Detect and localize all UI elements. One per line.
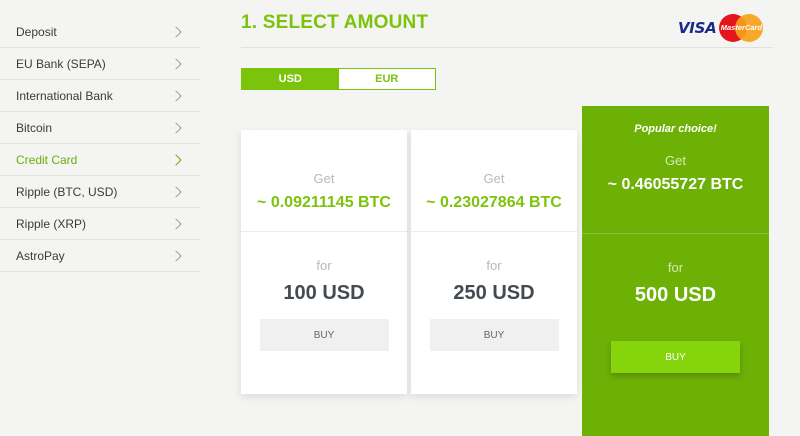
get-label: Get <box>313 171 335 186</box>
sidebar-item-label: Credit Card <box>16 152 78 167</box>
for-label: for <box>667 260 684 275</box>
sidebar-item-ripple-xrp[interactable]: Ripple (XRP) <box>0 208 200 240</box>
card-brand-logos: VISA MasterCard <box>678 14 764 42</box>
currency-eur-button[interactable]: EUR <box>338 69 435 89</box>
payment-method-sidebar: Deposit EU Bank (SEPA) International Ban… <box>0 20 200 276</box>
offer-card-500-featured: Popular choice! Get ~ 0.46055727 BTC for… <box>582 106 769 436</box>
chevron-right-icon <box>170 217 182 230</box>
sidebar-item-ripple-btc-usd[interactable]: Ripple (BTC, USD) <box>0 176 200 208</box>
chevron-right-icon <box>170 25 182 38</box>
page-title: 1. SELECT AMOUNT <box>241 12 429 33</box>
price-amount: 250 USD <box>453 282 535 304</box>
chevron-right-icon <box>170 249 182 262</box>
sidebar-item-bitcoin[interactable]: Bitcoin <box>0 112 200 144</box>
visa-logo: VISA <box>678 19 717 37</box>
sidebar-item-eu-bank-sepa[interactable]: EU Bank (SEPA) <box>0 48 200 80</box>
for-label: for <box>486 258 502 273</box>
for-label: for <box>316 258 332 273</box>
get-label: Get <box>665 153 686 168</box>
chevron-right-icon <box>170 185 182 198</box>
buy-button[interactable]: BUY <box>611 341 740 373</box>
popular-choice-badge: Popular choice! <box>634 123 717 135</box>
currency-toggle: USD EUR <box>241 68 436 90</box>
get-label: Get <box>483 171 505 186</box>
sidebar-item-label: AstroPay <box>16 248 65 263</box>
buy-button[interactable]: BUY <box>429 319 559 351</box>
sidebar-item-label: Bitcoin <box>16 120 53 135</box>
chevron-right-icon <box>170 89 182 102</box>
price-amount: 500 USD <box>634 284 717 306</box>
sidebar-item-label: EU Bank (SEPA) <box>16 56 106 71</box>
btc-amount: ~ 0.46055727 BTC <box>607 176 744 193</box>
chevron-right-icon <box>170 57 182 70</box>
mastercard-logo: MasterCard <box>719 14 764 42</box>
sidebar-item-label: International Bank <box>16 88 113 103</box>
offer-card-100: Get ~ 0.09211145 BTC for 100 USD BUY <box>241 130 407 394</box>
btc-amount: ~ 0.09211145 BTC <box>257 194 391 211</box>
sidebar-item-credit-card[interactable]: Credit Card <box>0 144 200 176</box>
sidebar-item-deposit[interactable]: Deposit <box>0 16 200 48</box>
price-amount: 100 USD <box>283 282 365 304</box>
sidebar-item-label: Ripple (BTC, USD) <box>16 184 118 199</box>
sidebar-item-label: Deposit <box>16 24 57 39</box>
chevron-right-icon <box>170 153 182 166</box>
chevron-right-icon <box>170 121 182 134</box>
currency-usd-button[interactable]: USD <box>242 69 339 89</box>
sidebar-item-label: Ripple (XRP) <box>16 216 87 231</box>
title-divider <box>241 47 773 48</box>
btc-amount: ~ 0.23027864 BTC <box>426 194 562 211</box>
sidebar-item-international-bank[interactable]: International Bank <box>0 80 200 112</box>
offer-card-250: Get ~ 0.23027864 BTC for 250 USD BUY <box>411 130 577 394</box>
sidebar-item-astropay[interactable]: AstroPay <box>0 240 200 272</box>
buy-button[interactable]: BUY <box>259 319 389 351</box>
